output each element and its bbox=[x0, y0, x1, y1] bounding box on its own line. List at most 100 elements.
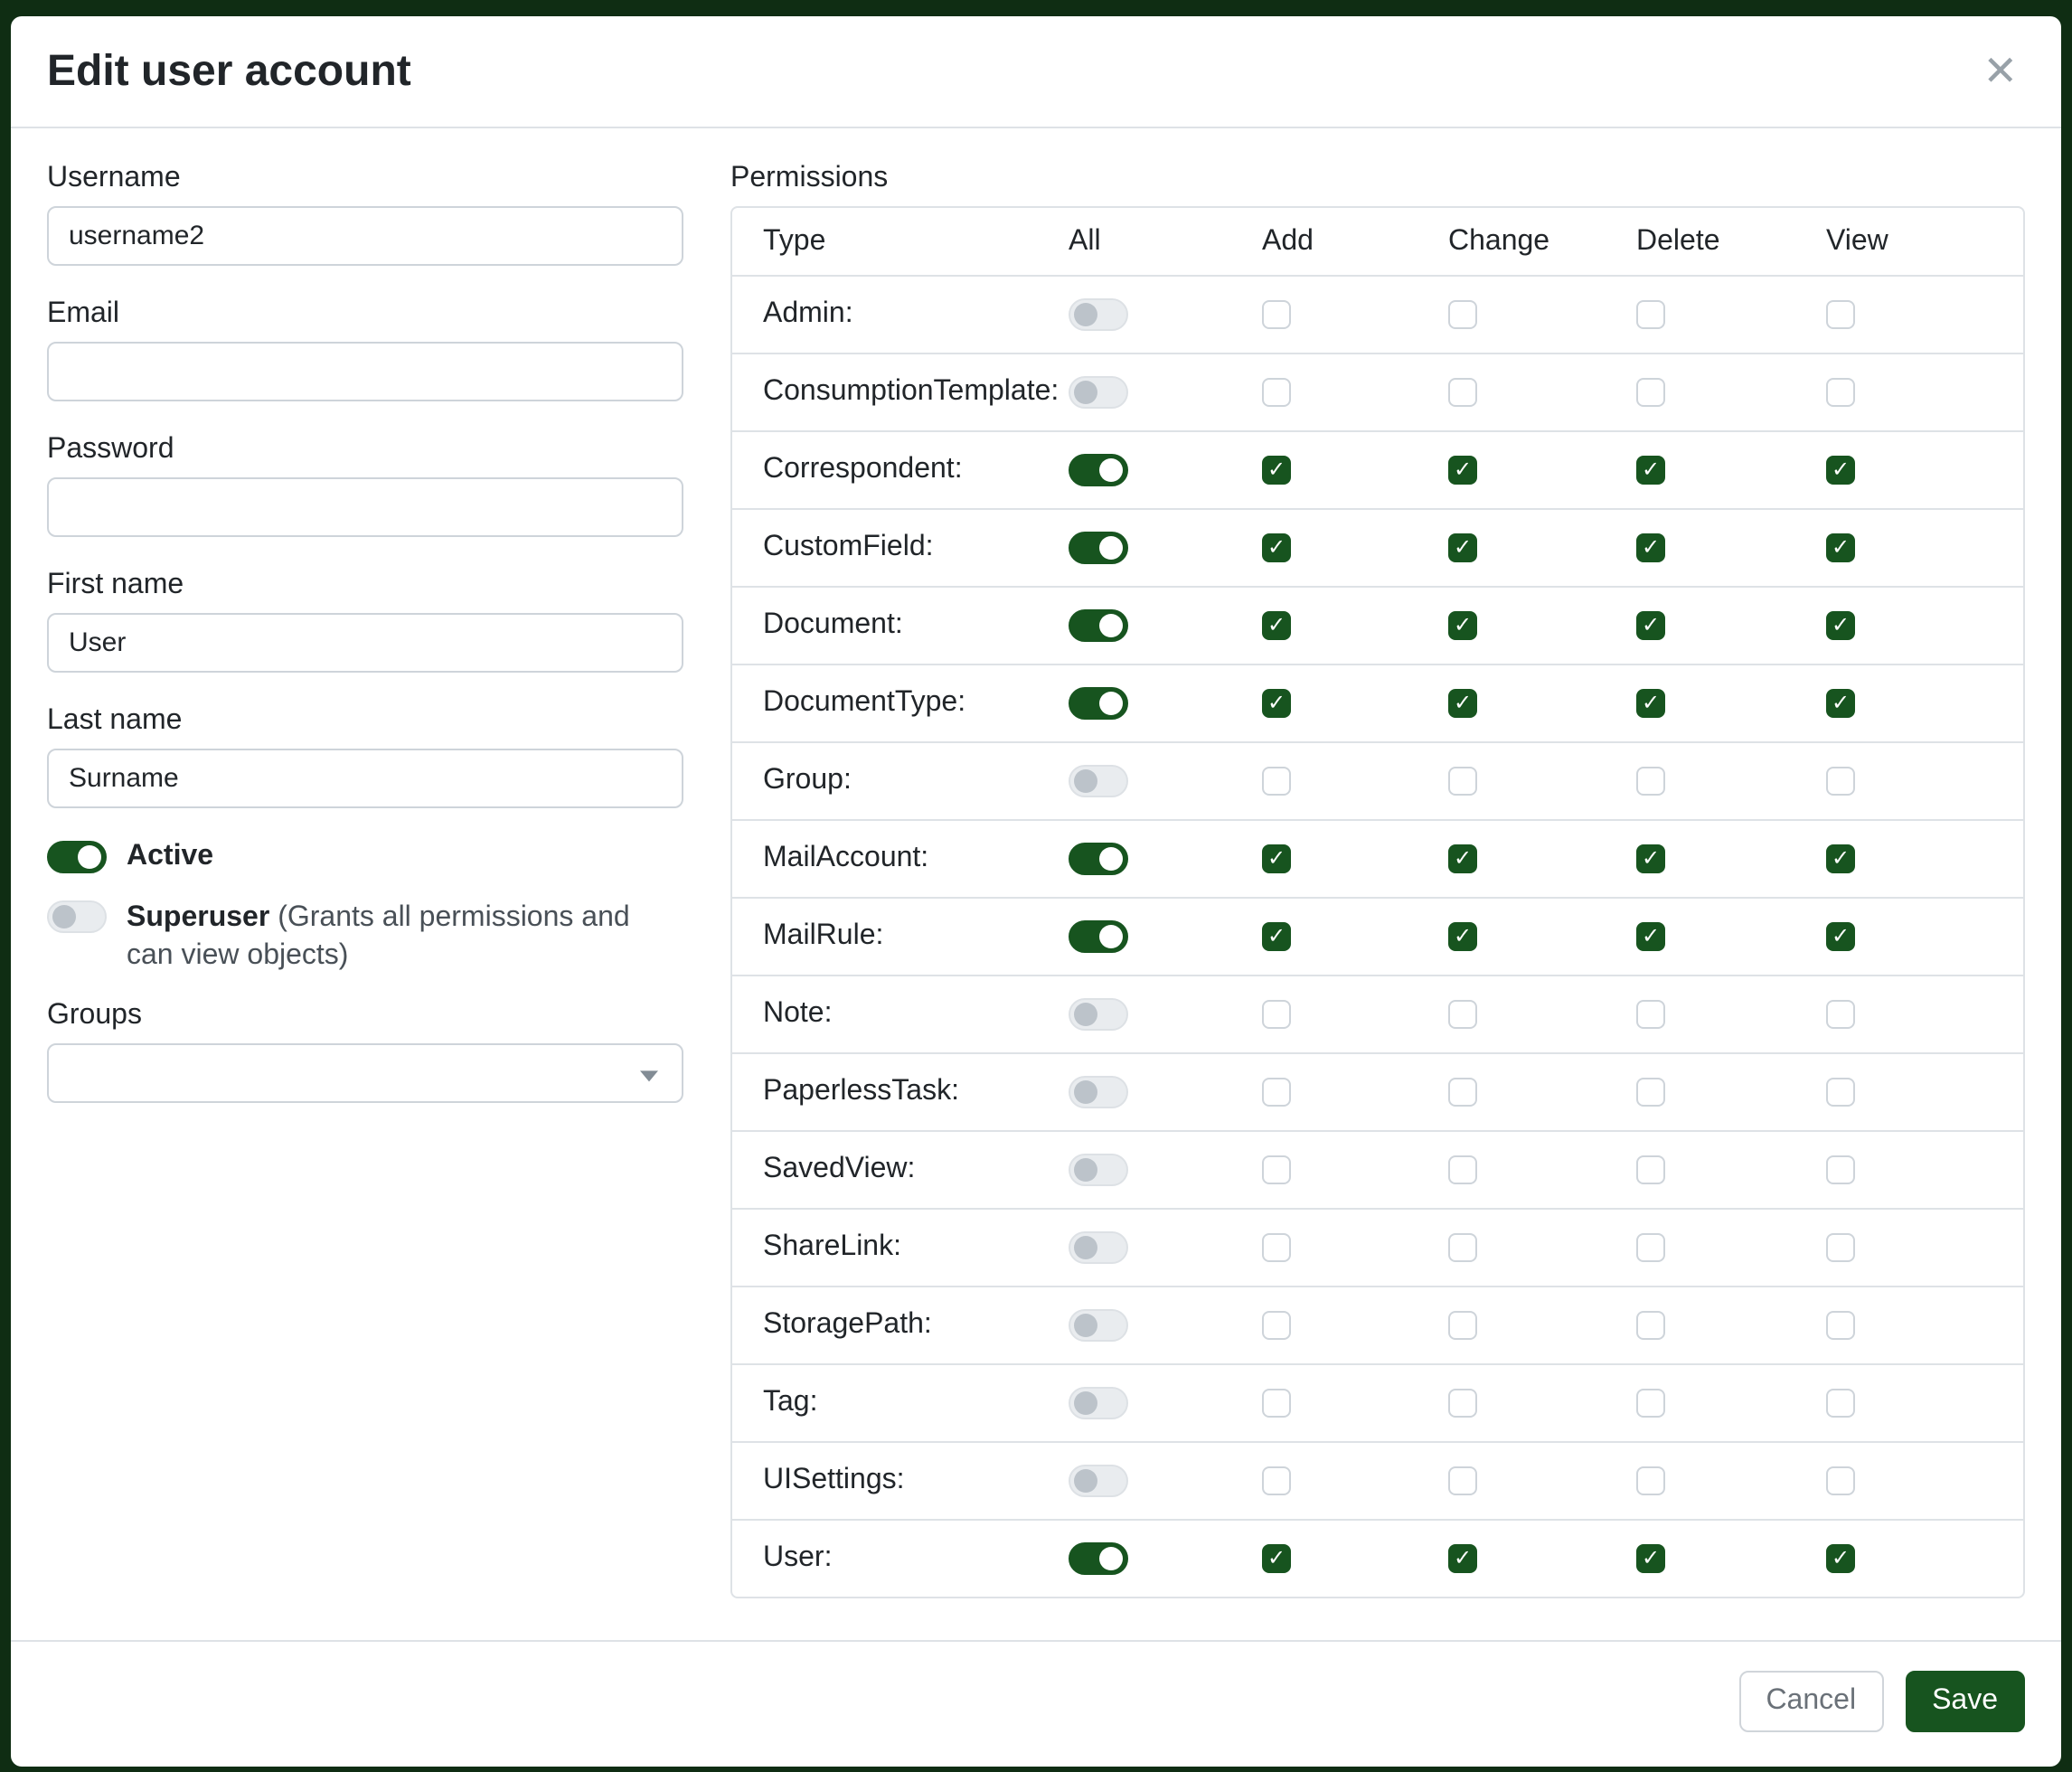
perm-all-toggle[interactable] bbox=[1069, 920, 1128, 953]
perm-change-checkbox[interactable] bbox=[1448, 378, 1477, 407]
perm-view-checkbox[interactable] bbox=[1826, 922, 1855, 951]
superuser-toggle[interactable] bbox=[47, 900, 107, 933]
perm-all-toggle[interactable] bbox=[1069, 1309, 1128, 1342]
perm-add-checkbox[interactable] bbox=[1262, 922, 1291, 951]
email-field[interactable] bbox=[47, 342, 683, 401]
perm-all-toggle[interactable] bbox=[1069, 1542, 1128, 1575]
save-button[interactable]: Save bbox=[1905, 1671, 2025, 1732]
perm-view-checkbox[interactable] bbox=[1826, 844, 1855, 873]
perm-add-checkbox[interactable] bbox=[1262, 689, 1291, 718]
perm-change-checkbox[interactable] bbox=[1448, 456, 1477, 485]
perm-view-checkbox[interactable] bbox=[1826, 1233, 1855, 1262]
perm-add-checkbox[interactable] bbox=[1262, 611, 1291, 640]
perm-change-checkbox[interactable] bbox=[1448, 1544, 1477, 1573]
perm-add-checkbox[interactable] bbox=[1262, 844, 1291, 873]
perm-all-toggle[interactable] bbox=[1069, 609, 1128, 642]
perm-all-toggle[interactable] bbox=[1069, 843, 1128, 875]
perm-delete-checkbox[interactable] bbox=[1636, 1311, 1665, 1340]
perm-add-checkbox[interactable] bbox=[1262, 1233, 1291, 1262]
perm-add-checkbox[interactable] bbox=[1262, 1155, 1291, 1184]
active-toggle[interactable] bbox=[47, 841, 107, 873]
perm-all-toggle[interactable] bbox=[1069, 1154, 1128, 1186]
perm-all-toggle[interactable] bbox=[1069, 376, 1128, 409]
perm-delete-checkbox[interactable] bbox=[1636, 767, 1665, 796]
perm-view-checkbox[interactable] bbox=[1826, 611, 1855, 640]
perm-change-checkbox[interactable] bbox=[1448, 922, 1477, 951]
perm-delete-checkbox[interactable] bbox=[1636, 844, 1665, 873]
perm-all-toggle[interactable] bbox=[1069, 1465, 1128, 1497]
perm-add-checkbox[interactable] bbox=[1262, 300, 1291, 329]
perm-change-checkbox[interactable] bbox=[1448, 1466, 1477, 1495]
perm-change-checkbox[interactable] bbox=[1448, 533, 1477, 562]
perm-delete-checkbox[interactable] bbox=[1636, 1389, 1665, 1418]
perm-all-toggle[interactable] bbox=[1069, 298, 1128, 331]
perm-add-checkbox[interactable] bbox=[1262, 1000, 1291, 1029]
perm-all-toggle[interactable] bbox=[1069, 998, 1128, 1031]
perm-add-checkbox[interactable] bbox=[1262, 1389, 1291, 1418]
perm-view-checkbox[interactable] bbox=[1826, 1311, 1855, 1340]
perm-delete-checkbox[interactable] bbox=[1636, 533, 1665, 562]
perm-change-checkbox[interactable] bbox=[1448, 689, 1477, 718]
perm-delete-checkbox[interactable] bbox=[1636, 378, 1665, 407]
perm-add-checkbox[interactable] bbox=[1262, 533, 1291, 562]
password-field[interactable] bbox=[47, 477, 683, 537]
perm-delete-checkbox[interactable] bbox=[1636, 456, 1665, 485]
perm-change-checkbox[interactable] bbox=[1448, 611, 1477, 640]
perm-view-checkbox[interactable] bbox=[1826, 1155, 1855, 1184]
perm-delete-checkbox[interactable] bbox=[1636, 689, 1665, 718]
username-input[interactable] bbox=[47, 206, 683, 266]
perm-all-toggle[interactable] bbox=[1069, 687, 1128, 720]
perm-all-toggle[interactable] bbox=[1069, 765, 1128, 797]
perm-delete-checkbox[interactable] bbox=[1636, 1155, 1665, 1184]
perm-add-checkbox[interactable] bbox=[1262, 456, 1291, 485]
perm-delete-checkbox[interactable] bbox=[1636, 611, 1665, 640]
perm-all-toggle[interactable] bbox=[1069, 1076, 1128, 1108]
perm-change-checkbox[interactable] bbox=[1448, 1000, 1477, 1029]
groups-select[interactable] bbox=[47, 1043, 683, 1103]
permission-row: ConsumptionTemplate: bbox=[732, 353, 2023, 430]
perm-view-checkbox[interactable] bbox=[1826, 767, 1855, 796]
perm-view-checkbox[interactable] bbox=[1826, 1544, 1855, 1573]
perm-all-toggle[interactable] bbox=[1069, 1231, 1128, 1264]
close-icon[interactable]: ✕ bbox=[1975, 47, 2025, 96]
perm-change-checkbox[interactable] bbox=[1448, 844, 1477, 873]
perm-delete-checkbox[interactable] bbox=[1636, 1544, 1665, 1573]
perm-view-checkbox[interactable] bbox=[1826, 300, 1855, 329]
perm-delete-checkbox[interactable] bbox=[1636, 1466, 1665, 1495]
perm-delete-checkbox[interactable] bbox=[1636, 1000, 1665, 1029]
perm-change-checkbox[interactable] bbox=[1448, 1233, 1477, 1262]
perm-view-checkbox[interactable] bbox=[1826, 1078, 1855, 1107]
perm-all-toggle[interactable] bbox=[1069, 454, 1128, 486]
perm-all-toggle[interactable] bbox=[1069, 1387, 1128, 1419]
perm-view-checkbox[interactable] bbox=[1826, 1466, 1855, 1495]
perm-delete-checkbox[interactable] bbox=[1636, 1233, 1665, 1262]
perm-all-toggle[interactable] bbox=[1069, 532, 1128, 564]
cancel-button[interactable]: Cancel bbox=[1738, 1671, 1883, 1732]
first-name-field[interactable] bbox=[47, 613, 683, 673]
perm-change-checkbox[interactable] bbox=[1448, 1078, 1477, 1107]
perm-add-checkbox[interactable] bbox=[1262, 1078, 1291, 1107]
perm-add-checkbox[interactable] bbox=[1262, 378, 1291, 407]
perm-view-checkbox[interactable] bbox=[1826, 533, 1855, 562]
perm-change-checkbox[interactable] bbox=[1448, 1389, 1477, 1418]
perm-view-checkbox[interactable] bbox=[1826, 689, 1855, 718]
perm-add-checkbox[interactable] bbox=[1262, 1311, 1291, 1340]
perm-view-checkbox[interactable] bbox=[1826, 378, 1855, 407]
perm-change-checkbox[interactable] bbox=[1448, 1155, 1477, 1184]
perm-change-checkbox[interactable] bbox=[1448, 767, 1477, 796]
permission-row: SavedView: bbox=[732, 1130, 2023, 1208]
perm-view-checkbox[interactable] bbox=[1826, 1000, 1855, 1029]
perm-add-checkbox[interactable] bbox=[1262, 1544, 1291, 1573]
perm-add-checkbox[interactable] bbox=[1262, 1466, 1291, 1495]
perm-delete-checkbox[interactable] bbox=[1636, 1078, 1665, 1107]
perm-add-checkbox[interactable] bbox=[1262, 767, 1291, 796]
user-form: Username Email Password First name Last bbox=[47, 161, 683, 1640]
last-name-field[interactable] bbox=[47, 749, 683, 808]
permission-row: Tag: bbox=[732, 1363, 2023, 1441]
perm-view-checkbox[interactable] bbox=[1826, 1389, 1855, 1418]
perm-change-checkbox[interactable] bbox=[1448, 1311, 1477, 1340]
perm-change-checkbox[interactable] bbox=[1448, 300, 1477, 329]
perm-view-checkbox[interactable] bbox=[1826, 456, 1855, 485]
perm-delete-checkbox[interactable] bbox=[1636, 300, 1665, 329]
perm-delete-checkbox[interactable] bbox=[1636, 922, 1665, 951]
